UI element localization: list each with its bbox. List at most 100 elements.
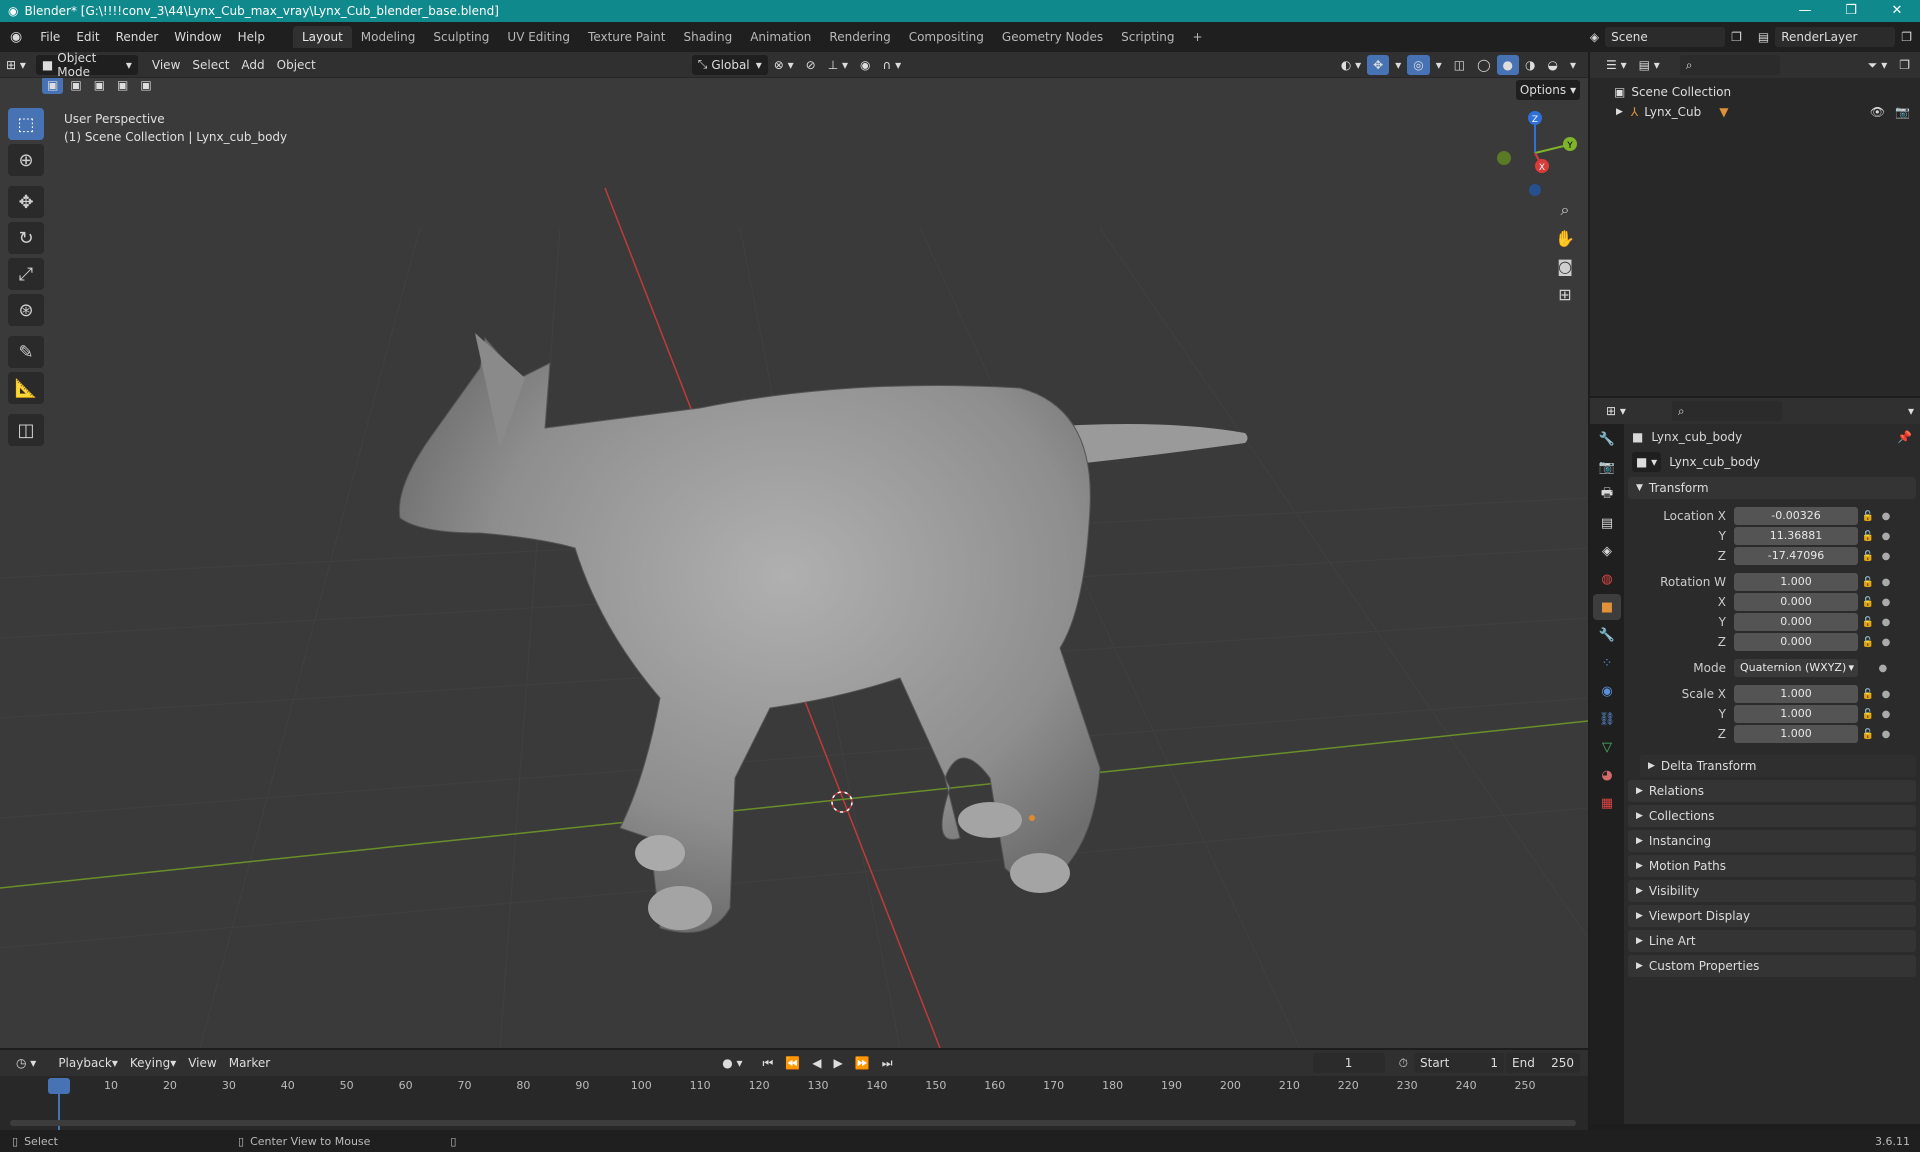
timeline-menu-marker[interactable]: Marker — [223, 1053, 276, 1073]
keyframe-dot-icon[interactable]: ● — [1882, 531, 1891, 542]
lock-icon[interactable]: 🔓 — [1862, 511, 1874, 522]
tab-scripting[interactable]: Scripting — [1112, 26, 1183, 48]
tab-layout[interactable]: Layout — [292, 26, 352, 48]
keyframe-dot-icon[interactable]: ● — [1882, 709, 1891, 720]
scale-y-field[interactable]: 1.000 — [1734, 705, 1858, 723]
properties-search-input[interactable]: ⌕ — [1671, 401, 1782, 421]
render-layer-icon[interactable]: ▤ — [1758, 30, 1769, 44]
menu-window[interactable]: Window — [166, 30, 229, 44]
keyframe-dot-icon[interactable]: ● — [1882, 689, 1891, 700]
tab-rendering[interactable]: Rendering — [820, 26, 899, 48]
timeline[interactable]: 1102030405060708090100110120130140150160… — [0, 1076, 1588, 1130]
panel-custom-properties[interactable]: ▶ Custom Properties — [1628, 955, 1916, 977]
lock-icon[interactable]: 🔓 — [1862, 617, 1874, 628]
move-tool-icon[interactable]: ✥ — [8, 186, 44, 218]
render-props-tab-icon[interactable]: 📷 — [1593, 454, 1621, 480]
rotate-tool-icon[interactable]: ↻ — [8, 222, 44, 254]
timeline-menu-keying[interactable]: Keying ▾ — [124, 1053, 182, 1073]
overlays-menu-icon[interactable]: ▾ — [1430, 55, 1448, 75]
gizmo-menu-icon[interactable]: ▾ — [1389, 55, 1407, 75]
physics-tab-icon[interactable]: ◉ — [1593, 678, 1621, 704]
rotation-y-field[interactable]: 0.000 — [1734, 613, 1858, 631]
jump-next-key-icon[interactable]: ⏩ — [849, 1053, 876, 1073]
timeline-scrollbar[interactable] — [10, 1120, 1576, 1126]
rendered-shading-icon[interactable]: ◒ — [1541, 55, 1563, 75]
tab-uv-editing[interactable]: UV Editing — [498, 26, 579, 48]
select-invert-icon[interactable]: ▣ — [112, 78, 133, 94]
ortho-grid-icon[interactable]: ⊞ — [1550, 280, 1580, 308]
keyframe-dot-icon[interactable]: ● — [1882, 637, 1891, 648]
panel-relations[interactable]: ▶ Relations — [1628, 780, 1916, 802]
modifier-icon[interactable]: ▼ — [1719, 105, 1728, 119]
scale-x-field[interactable]: 1.000 — [1734, 685, 1858, 703]
play-reverse-icon[interactable]: ◀ — [806, 1053, 827, 1073]
keyframe-dot-icon[interactable]: ● — [1882, 597, 1891, 608]
new-collection-icon[interactable]: ❐ — [1893, 55, 1916, 75]
pin-icon[interactable]: 📌 — [1897, 430, 1912, 444]
expand-arrow-icon[interactable]: ▶ — [1616, 107, 1623, 117]
object-name-field[interactable]: Lynx_cub_body — [1663, 452, 1910, 472]
lock-icon[interactable]: 🔓 — [1862, 709, 1874, 720]
scene-collection-row[interactable]: ▣ Scene Collection — [1590, 82, 1920, 102]
tab-shading[interactable]: Shading — [674, 26, 741, 48]
select-box-tool-icon[interactable]: ⬚ — [8, 108, 44, 140]
new-scene-icon[interactable]: ❐ — [1731, 30, 1742, 44]
camera-render-icon[interactable]: 📷 — [1895, 105, 1910, 119]
world-tab-icon[interactable]: ◍ — [1593, 566, 1621, 592]
measure-tool-icon[interactable]: 📐 — [8, 372, 44, 404]
frame-ruler[interactable]: 1102030405060708090100110120130140150160… — [0, 1076, 1588, 1094]
lock-icon[interactable]: 🔓 — [1862, 531, 1874, 542]
viewport-menu-add[interactable]: Add — [235, 55, 270, 75]
tool-props-tab-icon[interactable]: 🔧 — [1593, 426, 1621, 452]
tab-modeling[interactable]: Modeling — [352, 26, 425, 48]
3d-viewport[interactable]: User Perspective (1) Scene Collection | … — [0, 78, 1588, 1048]
visibility-icon[interactable]: ◐ ▾ — [1335, 55, 1367, 75]
viewport-menu-select[interactable]: Select — [186, 55, 235, 75]
gizmo-neg-y-axis[interactable] — [1497, 151, 1511, 165]
material-tab-icon[interactable]: ◕ — [1593, 762, 1621, 788]
view-layer-tab-icon[interactable]: ▤ — [1593, 510, 1621, 536]
keyframe-dot-icon[interactable]: ● — [1878, 663, 1887, 674]
preview-range-icon[interactable]: ⏱ — [1393, 1053, 1414, 1073]
select-extend-icon[interactable]: ▣ — [65, 78, 86, 94]
pivot-icon[interactable]: ⊗ ▾ — [768, 55, 800, 75]
tab-texture-paint[interactable]: Texture Paint — [579, 26, 674, 48]
jump-end-icon[interactable]: ⏭ — [876, 1053, 899, 1073]
menu-help[interactable]: Help — [230, 30, 273, 44]
tab-sculpting[interactable]: Sculpting — [424, 26, 498, 48]
viewport-menu-view[interactable]: View — [146, 55, 186, 75]
outliner-search-input[interactable]: ⌕ — [1679, 55, 1780, 75]
xray-icon[interactable]: ◫ — [1448, 55, 1471, 75]
lock-icon[interactable]: 🔓 — [1862, 597, 1874, 608]
output-props-tab-icon[interactable]: 🖶 — [1593, 482, 1621, 508]
transform-panel-header[interactable]: ▼ Transform — [1628, 477, 1916, 499]
panel-instancing[interactable]: ▶ Instancing — [1628, 830, 1916, 852]
gizmo-neg-z-axis[interactable] — [1529, 184, 1541, 196]
add-workspace-button[interactable]: + — [1184, 26, 1212, 48]
lock-icon[interactable]: 🔓 — [1862, 577, 1874, 588]
menu-file[interactable]: File — [32, 30, 68, 44]
jump-start-icon[interactable]: ⏮ — [757, 1053, 780, 1073]
lynx-cub-model[interactable] — [398, 333, 1248, 933]
lock-icon[interactable]: 🔓 — [1862, 729, 1874, 740]
scene-icon[interactable]: ◈ — [1590, 30, 1599, 44]
properties-editor-type-icon[interactable]: ⊞ ▾ — [1600, 401, 1632, 421]
scale-tool-icon[interactable]: ⤢ — [8, 258, 44, 290]
navigation-gizmo[interactable]: Z Y X — [1490, 108, 1580, 198]
menu-edit[interactable]: Edit — [68, 30, 107, 44]
data-tab-icon[interactable]: ▽ — [1593, 734, 1621, 760]
modifier-tab-icon[interactable]: 🔧 — [1593, 622, 1621, 648]
end-frame-field[interactable]: End 250 — [1506, 1053, 1580, 1073]
minimize-button[interactable]: — — [1782, 0, 1828, 22]
pan-hand-icon[interactable]: ✋ — [1550, 224, 1580, 252]
material-shading-icon[interactable]: ◑ — [1519, 55, 1541, 75]
viewport-menu-object[interactable]: Object — [271, 55, 322, 75]
rotation-z-field[interactable]: 0.000 — [1734, 633, 1858, 651]
snap-icon[interactable]: ⊘ — [800, 55, 822, 75]
filter-icon[interactable]: ⏷ ▾ — [1862, 55, 1893, 75]
datablock-type-icon[interactable]: ■ ▾ — [1632, 452, 1662, 472]
object-mode-dropdown[interactable]: ■ Object Mode ▾ — [35, 51, 138, 79]
keyframe-dot-icon[interactable]: ● — [1882, 551, 1891, 562]
falloff-icon[interactable]: ∩ ▾ — [877, 55, 908, 75]
rotation-mode-dropdown[interactable]: Quaternion (WXYZ) ▾ — [1734, 659, 1858, 677]
